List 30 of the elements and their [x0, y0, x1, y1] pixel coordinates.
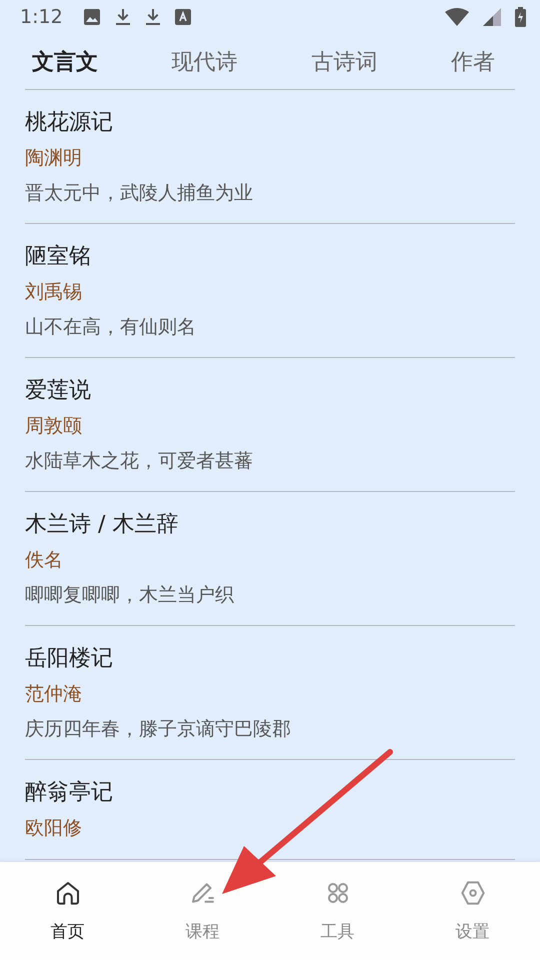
- author-name: 欧阳修: [25, 816, 83, 841]
- work-title[interactable]: 岳阳楼记: [25, 642, 515, 676]
- wifi-icon: [445, 8, 469, 26]
- author-name: 佚名: [25, 548, 64, 573]
- work-title[interactable]: 桃花源记: [25, 106, 515, 140]
- work-title[interactable]: 陋室铭: [25, 240, 515, 274]
- work-title[interactable]: 木兰诗 / 木兰辞: [25, 508, 515, 542]
- author-name: 周敦颐: [25, 414, 83, 439]
- work-title[interactable]: 醉翁亭记: [25, 776, 515, 810]
- author-name: 刘禹锡: [25, 280, 83, 305]
- author-name: 范仲淹: [25, 682, 83, 707]
- opening-line: 晋太元中，武陵人捕鱼为业: [25, 181, 254, 206]
- download-icon: [114, 8, 131, 26]
- work-title[interactable]: 爱莲说: [25, 374, 515, 408]
- battery-icon: [515, 7, 526, 27]
- download-icon: [144, 8, 161, 26]
- opening-line: 庆历四年春，滕子京谪守巴陵郡: [25, 717, 292, 742]
- opening-line: 唧唧复唧唧，木兰当户织: [25, 583, 235, 608]
- nav-tab[interactable]: 首页: [0, 862, 135, 960]
- image-icon: [82, 8, 101, 26]
- font-icon: [174, 9, 191, 25]
- opening-line: 水陆草木之花，可爱者甚蕃: [25, 449, 254, 474]
- signal-icon: [483, 8, 501, 26]
- author-name: 陶渊明: [25, 146, 83, 171]
- opening-line: 山不在高，有仙则名: [25, 315, 197, 340]
- category-tab[interactable]: 现代诗: [172, 46, 238, 76]
- category-tab[interactable]: 文言文: [32, 46, 98, 76]
- category-tab[interactable]: 作者: [450, 46, 495, 76]
- category-tab[interactable]: 古诗词: [311, 46, 378, 76]
- status-time: 1:12: [20, 6, 63, 28]
